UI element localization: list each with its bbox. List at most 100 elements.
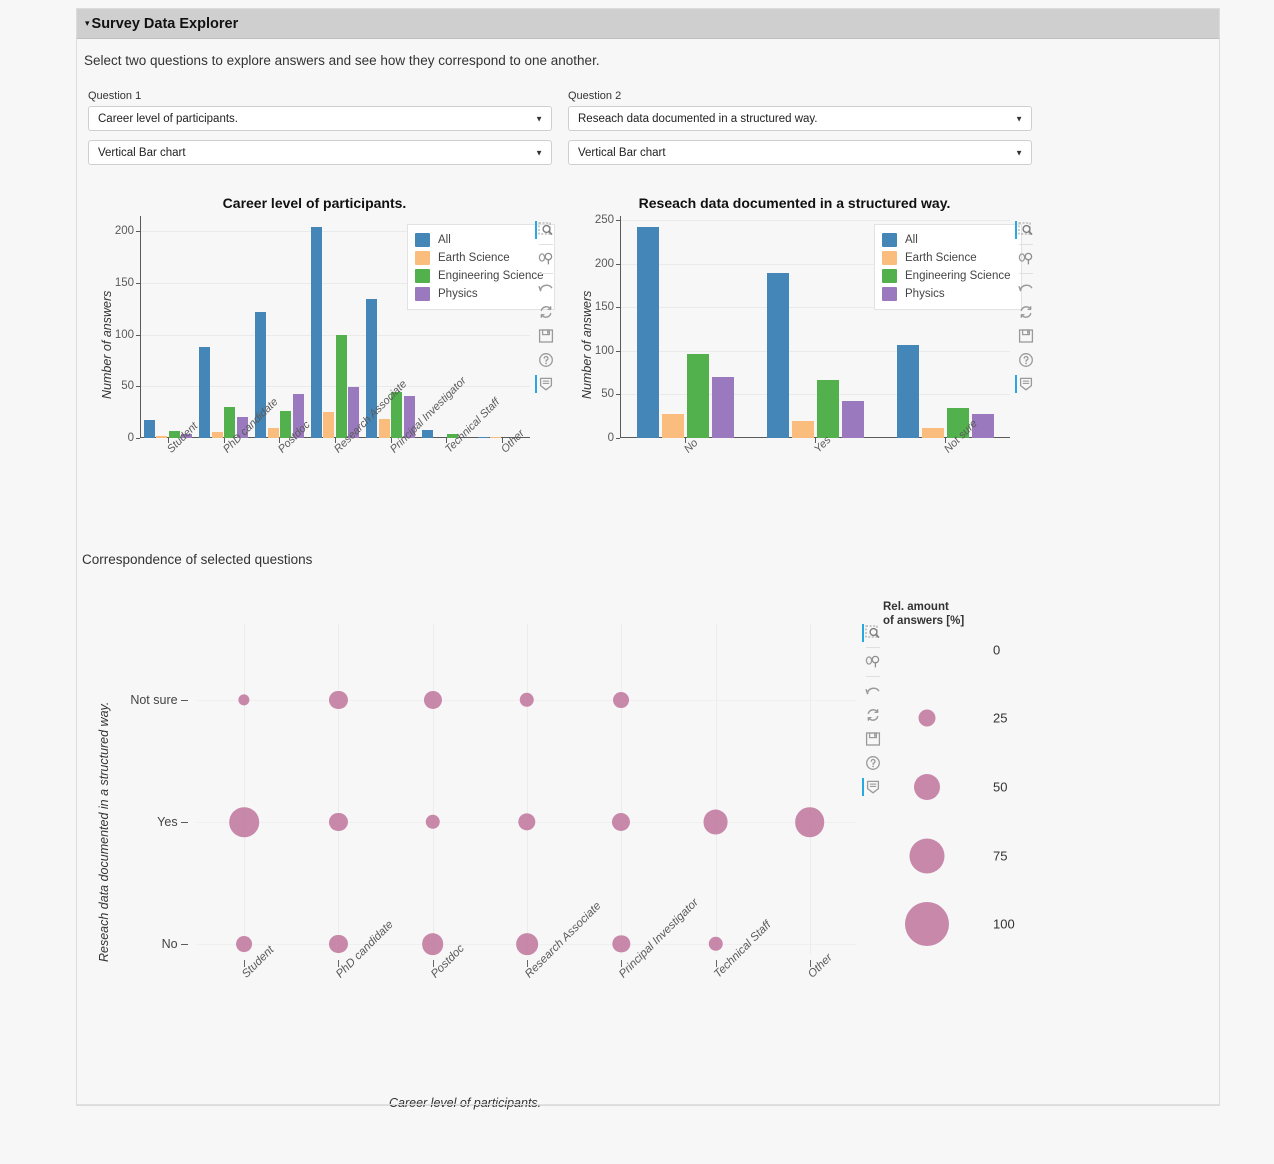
legend-swatch xyxy=(415,251,430,265)
legend-item[interactable]: All xyxy=(882,231,1011,249)
help-icon[interactable] xyxy=(535,349,557,371)
bar[interactable] xyxy=(791,420,814,438)
x-gridline xyxy=(715,624,717,954)
collapse-caret-icon[interactable]: ▾ xyxy=(85,19,90,28)
undo-icon[interactable] xyxy=(535,277,557,299)
bubble-marker[interactable] xyxy=(238,694,250,706)
bubble-marker[interactable] xyxy=(329,690,348,710)
box-zoom-icon[interactable] xyxy=(1015,219,1037,241)
wheel-zoom-icon[interactable] xyxy=(862,651,884,673)
legend-label: All xyxy=(438,234,451,246)
bokeh-toolbar[interactable] xyxy=(861,622,885,800)
bubble-marker[interactable] xyxy=(516,933,538,955)
bar[interactable] xyxy=(378,419,390,438)
undo-icon[interactable] xyxy=(862,680,884,702)
question2-column: Question 2 Reseach data documented in a … xyxy=(568,90,1032,174)
legend-item[interactable]: Earth Science xyxy=(415,249,544,267)
panel-body: Select two questions to explore answers … xyxy=(77,39,1219,1110)
box-zoom-icon[interactable] xyxy=(535,219,557,241)
panel-header[interactable]: ▾ Survey Data Explorer xyxy=(77,9,1219,39)
save-icon[interactable] xyxy=(1015,325,1037,347)
bubble-marker[interactable] xyxy=(703,809,729,835)
hover-icon[interactable] xyxy=(862,776,884,798)
bar[interactable] xyxy=(816,379,839,438)
bar[interactable] xyxy=(490,436,502,438)
bokeh-toolbar[interactable] xyxy=(534,219,558,397)
legend-item[interactable]: Engineering Science xyxy=(882,267,1011,285)
legend-item[interactable]: Earth Science xyxy=(882,249,1011,267)
question1-charttype-select[interactable]: Vertical Bar chart ▼ xyxy=(88,140,552,165)
chevron-down-icon: ▼ xyxy=(535,114,543,123)
question2-charttype-select[interactable]: Vertical Bar chart ▼ xyxy=(568,140,1032,165)
bar[interactable] xyxy=(323,412,335,438)
bar[interactable] xyxy=(766,272,789,438)
toolbar-separator xyxy=(539,244,553,245)
legend-item[interactable]: Engineering Science xyxy=(415,267,544,285)
question1-select[interactable]: Career level of participants. ▼ xyxy=(88,106,552,131)
hover-icon[interactable] xyxy=(535,373,557,395)
bar[interactable] xyxy=(335,334,347,438)
legend-item[interactable]: All xyxy=(415,231,544,249)
bubble-marker[interactable] xyxy=(612,812,631,832)
x-gridline xyxy=(432,624,434,954)
bar[interactable] xyxy=(310,227,322,438)
bar[interactable] xyxy=(211,431,223,438)
y-axis-label: Number of answers xyxy=(580,290,594,399)
save-icon[interactable] xyxy=(535,325,557,347)
undo-icon[interactable] xyxy=(1015,277,1037,299)
wheel-zoom-icon[interactable] xyxy=(535,248,557,270)
y-category-label: Not sure – xyxy=(130,693,188,707)
survey-data-explorer-panel: ▾ Survey Data Explorer Select two questi… xyxy=(76,8,1220,1110)
help-icon[interactable] xyxy=(1015,349,1037,371)
bubble-marker[interactable] xyxy=(329,812,348,832)
bubble-marker[interactable] xyxy=(613,692,630,708)
chevron-down-icon: ▼ xyxy=(1015,114,1023,123)
legend-item[interactable]: Physics xyxy=(882,285,1011,303)
bubble-marker[interactable] xyxy=(519,692,535,708)
toolbar-separator xyxy=(866,647,880,648)
bar[interactable] xyxy=(841,401,864,438)
bar[interactable] xyxy=(422,429,434,438)
save-icon[interactable] xyxy=(862,728,884,750)
bar[interactable] xyxy=(477,436,489,438)
x-gridline xyxy=(621,624,623,954)
bar[interactable] xyxy=(896,344,919,438)
legend-label: Engineering Science xyxy=(438,270,544,282)
legend-item[interactable]: Physics xyxy=(415,285,544,303)
bubble-marker[interactable] xyxy=(423,690,442,710)
box-zoom-icon[interactable] xyxy=(862,622,884,644)
bubble-marker[interactable] xyxy=(708,936,723,952)
bubble-marker[interactable] xyxy=(612,935,630,953)
bubble-marker[interactable] xyxy=(329,934,348,954)
reset-icon[interactable] xyxy=(1015,301,1037,323)
y-tick-label: 100 xyxy=(594,344,614,357)
bubble-marker[interactable] xyxy=(421,933,444,955)
question1-column: Question 1 Career level of participants.… xyxy=(88,90,552,174)
bubble-marker[interactable] xyxy=(795,807,825,837)
bar[interactable] xyxy=(661,413,684,438)
bar[interactable] xyxy=(921,427,944,438)
hover-icon[interactable] xyxy=(1015,373,1037,395)
help-icon[interactable] xyxy=(862,752,884,774)
bar[interactable] xyxy=(143,420,155,438)
bubble-plot-area[interactable]: No – Yes – Not sure – xyxy=(130,624,857,955)
reset-icon[interactable] xyxy=(535,301,557,323)
bubble-marker[interactable] xyxy=(229,807,259,837)
bar[interactable] xyxy=(711,377,734,438)
reset-icon[interactable] xyxy=(862,704,884,726)
bokeh-toolbar[interactable] xyxy=(1014,219,1038,397)
question2-select[interactable]: Reseach data documented in a structured … xyxy=(568,106,1032,131)
bar[interactable] xyxy=(636,227,659,438)
y-tick-label: 150 xyxy=(594,301,614,314)
chart-title: Career level of participants. xyxy=(222,195,407,211)
bar[interactable] xyxy=(156,435,168,438)
bubble-marker[interactable] xyxy=(518,813,536,831)
bar[interactable] xyxy=(686,354,709,438)
bubble-marker[interactable] xyxy=(236,936,253,952)
bubble-marker[interactable] xyxy=(425,814,440,830)
y-tick-label: 200 xyxy=(114,225,134,238)
bar[interactable] xyxy=(199,347,211,438)
legend-swatch xyxy=(882,269,897,283)
wheel-zoom-icon[interactable] xyxy=(1015,248,1037,270)
bar[interactable] xyxy=(267,427,279,438)
